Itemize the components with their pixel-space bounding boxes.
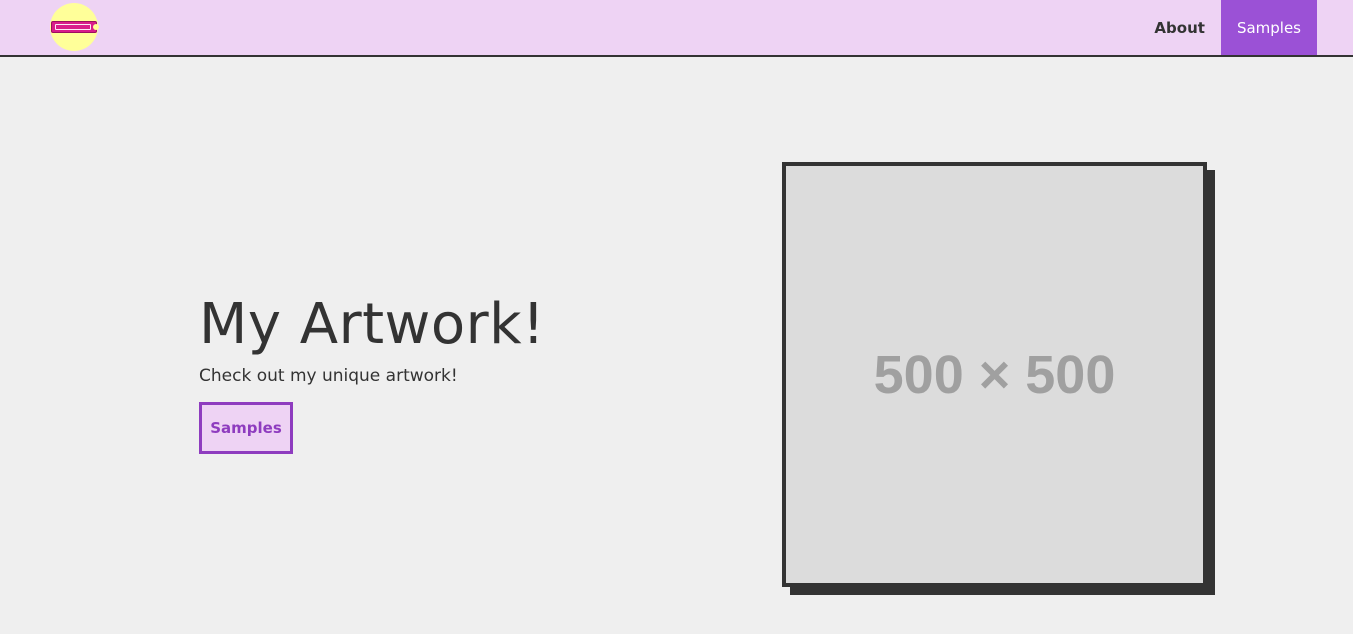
artwork-image-placeholder: 500 × 500 [782,162,1207,587]
hero-subtitle: Check out my unique artwork! [199,366,458,386]
nav-links: About Samples [1138,0,1317,55]
nav-link-about[interactable]: About [1138,0,1221,55]
navbar: About Samples [0,0,1353,57]
nav-link-samples[interactable]: Samples [1220,0,1317,55]
brand-logo-icon[interactable] [50,3,99,51]
samples-button[interactable]: Samples [199,402,293,454]
hero-title: My Artwork! [199,292,546,357]
logo-tag-icon [51,21,99,33]
image-placeholder-text: 500 × 500 [873,344,1116,405]
hero-section: My Artwork! Check out my unique artwork!… [199,290,545,454]
